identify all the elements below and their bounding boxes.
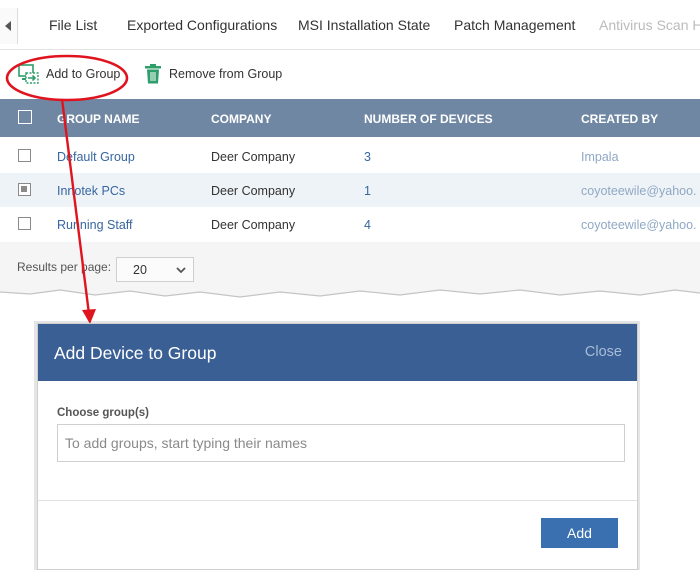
remove-from-group-label: Remove from Group [169,67,283,81]
tab-patch-management[interactable]: Patch Management [454,17,575,33]
device-count-link[interactable]: 3 [364,150,371,164]
row-checkbox[interactable] [18,217,31,230]
torn-edge-decoration [0,289,700,300]
table-row: Default Group Deer Company 3 Impala [0,139,700,173]
tab-file-list[interactable]: File List [49,17,97,33]
column-header-created-by[interactable]: CREATED BY [581,112,658,126]
tab-bar: File List Exported Configurations MSI In… [0,0,700,50]
group-name-link[interactable]: Default Group [57,150,135,164]
device-count-link[interactable]: 4 [364,218,371,232]
column-header-company[interactable]: COMPANY [211,112,271,126]
company-cell: Deer Company [211,184,296,198]
add-device-to-group-dialog: Add Device to Group Close Choose group(s… [37,323,638,570]
row-checkbox[interactable] [18,149,31,162]
column-header-number-of-devices[interactable]: NUMBER OF DEVICES [364,112,493,126]
tab-exported-configurations[interactable]: Exported Configurations [127,17,277,33]
caret-left-icon [4,21,11,31]
select-all-checkbox[interactable] [18,110,32,124]
remove-from-group-button[interactable]: Remove from Group [144,64,282,84]
trash-icon [145,64,161,84]
add-to-group-button[interactable]: Add to Group [18,64,120,84]
table-row: Running Staff Deer Company 4 coyoteewile… [0,207,700,241]
tab-antivirus-scan-history: Antivirus Scan Hi [599,17,700,33]
add-to-group-icon [18,64,39,84]
choose-groups-label: Choose group(s) [57,407,149,419]
close-button[interactable]: Close [585,344,622,360]
add-to-group-label: Add to Group [46,67,121,81]
column-header-group-name[interactable]: GROUP NAME [57,112,139,126]
created-by-cell: coyoteewile@yahoo. [581,218,697,232]
tab-scroll-left-button[interactable] [0,8,18,44]
group-list-screen: File List Exported Configurations MSI In… [0,0,700,300]
add-button[interactable]: Add [541,518,618,548]
grid-header: GROUP NAME COMPANY NUMBER OF DEVICES CRE… [0,99,700,137]
group-name-link[interactable]: Innotek PCs [57,184,125,198]
tab-msi-installation-state[interactable]: MSI Installation State [298,17,430,33]
dialog-header: Add Device to Group Close [38,324,637,381]
company-cell: Deer Company [211,150,296,164]
device-count-link[interactable]: 1 [364,184,371,198]
table-row: Innotek PCs Deer Company 1 coyoteewile@y… [0,173,700,207]
row-checkbox[interactable] [18,183,31,196]
dialog-footer-divider [38,500,637,501]
created-by-cell: coyoteewile@yahoo. [581,184,697,198]
toolbar: Add to Group Remove from Group [0,51,700,99]
company-cell: Deer Company [211,218,296,232]
group-name-link[interactable]: Running Staff [57,218,133,232]
group-search-input[interactable] [57,424,625,462]
created-by-cell: Impala [581,150,619,164]
dialog-title: Add Device to Group [54,343,217,363]
